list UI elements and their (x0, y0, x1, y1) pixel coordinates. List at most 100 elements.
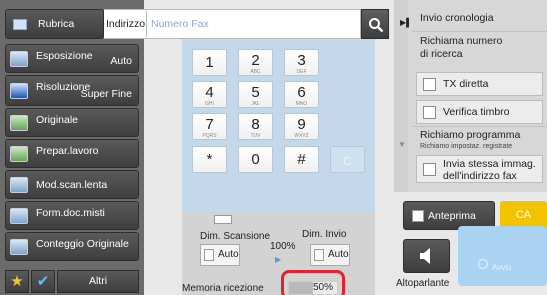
key-digit: 3 (297, 52, 306, 69)
key-1-button[interactable]: 1 (192, 49, 227, 76)
key-clear-button[interactable]: C (330, 146, 365, 173)
verifica-timbro-label: Verifica timbro (443, 106, 510, 118)
start-icon (478, 259, 488, 269)
key-digit: C (343, 154, 352, 168)
esposizione-value: Auto (110, 55, 132, 67)
ratio-label: 100% (270, 241, 296, 252)
key-digit: 9 (297, 116, 306, 133)
esposizione-button[interactable]: Esposizione Auto (5, 44, 139, 73)
originale-button[interactable]: Originale (5, 108, 139, 137)
key-letters: PQRS (202, 133, 217, 139)
favorite-star-icon[interactable]: ★ (5, 270, 29, 293)
invia-stessa-line1: Invia stessa immag. (443, 158, 536, 170)
key-8-button[interactable]: 8 TUV (238, 113, 273, 140)
divider (412, 31, 547, 32)
speaker-button[interactable] (403, 239, 450, 273)
paper-icon (314, 249, 324, 261)
invia-stessa-immag-checkbox[interactable]: Invia stessa immag. dell'indirizzo fax (416, 155, 543, 183)
risoluzione-value: Super Fine (80, 88, 132, 100)
key-asterisk-button[interactable]: * (192, 146, 227, 173)
form-doc-misti-button[interactable]: Form.doc.misti (5, 201, 139, 230)
key-6-button[interactable]: 6 MNO (284, 81, 319, 108)
richiamo-programma-subtitle: Richiamo impostaz. registrate (420, 143, 513, 150)
sidebar-bottom-row: ★ ✔ Altri (0, 268, 144, 295)
key-letters: ABC (250, 69, 261, 75)
richiamo-programma-item[interactable]: Richiamo programma (420, 129, 520, 142)
dim-scansione-button[interactable]: Auto (200, 244, 240, 266)
invia-stessa-line2: dell'indirizzo fax (443, 170, 517, 182)
checkbox-icon (423, 163, 436, 176)
originale-label: Originale (36, 114, 79, 126)
action-panel-scrollbar[interactable] (394, 0, 408, 192)
avvio-button[interactable]: Avvio (458, 226, 547, 286)
key-digit: * (206, 151, 213, 168)
search-button[interactable] (361, 9, 389, 39)
key-digit: 1 (205, 54, 214, 71)
richiama-numero-item[interactable]: Richiama numero (420, 35, 502, 48)
checkbox-icon (423, 78, 436, 91)
resolution-icon (10, 82, 28, 99)
conteggio-originale-button[interactable]: Conteggio Originale (5, 232, 139, 261)
collapse-arrow-icon[interactable]: ▶▌ (400, 18, 412, 27)
key-letters: JKL (251, 101, 260, 107)
rubrica-label: Rubrica (38, 18, 75, 30)
anteprima-label: Anteprima (428, 210, 476, 222)
key-digit: 7 (205, 116, 214, 133)
key-letters: WXYZ (294, 133, 309, 139)
key-hash-button[interactable]: # (284, 146, 319, 173)
key-digit: 2 (251, 52, 260, 69)
checkmark-icon[interactable]: ✔ (31, 270, 55, 293)
dim-scansione-label: Dim. Scansione (200, 231, 271, 242)
dim-scansione-value: Auto (218, 249, 239, 260)
fax-number-input[interactable]: Numero Fax (146, 9, 361, 39)
conteggio-originale-label: Conteggio Originale (36, 238, 129, 250)
key-4-button[interactable]: 4 GHI (192, 81, 227, 108)
mod-scan-lenta-button[interactable]: Mod.scan.lenta (5, 170, 139, 199)
key-letters: MNO (295, 101, 308, 107)
invia-stessa-immag-label: Invia stessa immag. dell'indirizzo fax (443, 158, 536, 182)
mixed-size-icon (10, 207, 28, 224)
key-digit: # (297, 151, 306, 168)
key-digit: 4 (205, 84, 214, 101)
original-count-icon (10, 238, 28, 255)
tx-diretta-checkbox[interactable]: TX diretta (416, 72, 543, 96)
address-book-icon (13, 19, 27, 30)
key-letters: TUV (250, 133, 261, 139)
invio-cronologia-item[interactable]: Invio cronologia (420, 12, 494, 25)
esposizione-label: Esposizione (36, 50, 93, 62)
dim-invio-label: Dim. Invio (302, 229, 347, 240)
search-icon (369, 18, 384, 33)
arrow-right-icon: ▶ (275, 255, 282, 264)
key-9-button[interactable]: 9 WXYZ (284, 113, 319, 140)
prepar-lavoro-button[interactable]: Prepar.lavoro (5, 139, 139, 168)
memory-highlight-frame (281, 270, 345, 295)
form-doc-misti-label: Form.doc.misti (36, 207, 105, 219)
richiama-numero-line2: di ricerca (420, 48, 463, 60)
key-digit: 5 (251, 84, 260, 101)
rubrica-button[interactable]: Rubrica (5, 9, 104, 39)
scroll-down-icon[interactable]: ▼ (398, 140, 410, 150)
mod-scan-lenta-label: Mod.scan.lenta (36, 178, 108, 191)
key-0-button[interactable]: 0 (238, 146, 273, 173)
key-5-button[interactable]: 5 JKL (238, 81, 273, 108)
job-build-icon (10, 145, 28, 162)
exposure-icon (10, 50, 28, 67)
indirizzo-label: Indirizzo (104, 9, 146, 39)
key-letters: GHI (205, 101, 214, 107)
key-letters: DEF (296, 69, 307, 75)
key-digit: 0 (251, 151, 260, 168)
avvio-label: Avvio (492, 263, 512, 272)
tx-diretta-label: TX diretta (443, 78, 489, 90)
checkbox-icon (423, 106, 436, 119)
key-3-button[interactable]: 3 DEF (284, 49, 319, 76)
paper-icon (204, 249, 214, 261)
risoluzione-button[interactable]: Risoluzione Super Fine (5, 75, 139, 106)
divider (412, 126, 547, 127)
altri-button[interactable]: Altri (57, 270, 139, 293)
speaker-icon (420, 248, 430, 264)
verifica-timbro-checkbox[interactable]: Verifica timbro (416, 100, 543, 124)
dim-invio-button[interactable]: Auto (310, 244, 350, 266)
key-2-button[interactable]: 2 ABC (238, 49, 273, 76)
key-7-button[interactable]: 7 PQRS (192, 113, 227, 140)
scan-size-icon (214, 215, 232, 224)
